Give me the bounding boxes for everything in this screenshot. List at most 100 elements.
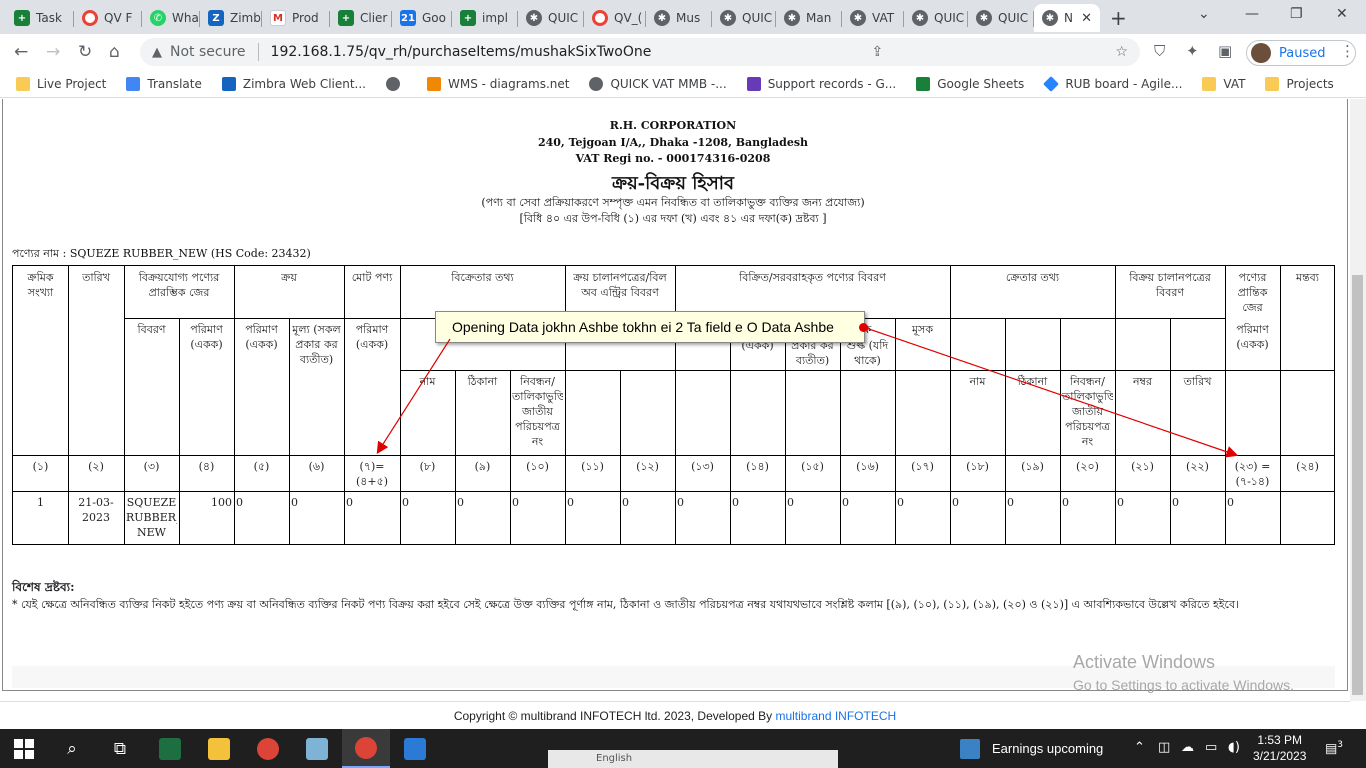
tab-0[interactable]: + Task [6,4,74,32]
volume-icon[interactable]: ◖) [1228,740,1240,755]
chrome-app[interactable] [244,729,292,768]
notepad-icon [306,737,328,760]
kebab-menu-icon[interactable]: ⋮ [1340,42,1355,60]
tab-11[interactable]: ✱ QUIC [712,4,776,32]
tab-10[interactable]: ✱ Mus [646,4,712,32]
bookmark-4[interactable]: WMS - diagrams.net [427,76,570,91]
bookmark-star-icon[interactable]: ☆ [1115,44,1128,60]
tab-label: QV_( [614,11,643,25]
tab-label: Zimb [230,11,261,25]
tab-9[interactable]: QV_( [584,4,646,32]
tab-search-chevron-icon[interactable]: ⌄ [1198,6,1210,22]
sticky-app[interactable] [391,729,439,768]
windows-logo-icon [14,738,34,759]
home-icon[interactable]: ⌂ [109,42,120,62]
scrollbar-thumb[interactable] [1352,275,1363,695]
bookmark-8[interactable]: RUB board - Agile... [1043,75,1182,92]
gs-icon [916,76,931,91]
zm-icon [221,76,236,91]
url-text[interactable]: 192.168.1.75/qv_rh/purchaseItems/mushakS… [271,44,652,60]
notepad-app[interactable] [293,729,341,768]
bookmark-0[interactable]: Live Project [16,76,107,91]
forward-arrow-icon[interactable]: → [46,42,60,62]
bookmark-3[interactable] [386,76,407,91]
shield-extension-icon[interactable]: ⛉ [1154,42,1165,60]
tab-4[interactable]: M Prod [262,4,330,32]
developer-link[interactable]: multibrand INFOTECH [775,709,896,723]
tab-2[interactable]: ✆ Wha [142,4,200,32]
tab-label: N [1064,11,1073,25]
bookmark-10[interactable]: Projects [1265,76,1334,91]
search-icon[interactable]: ⌕ [48,729,96,768]
excel-app[interactable] [146,729,194,768]
share-icon[interactable]: ⇪ [872,44,884,60]
tab-label: QUIC [998,11,1029,25]
tab-label: VAT [872,11,895,25]
tab-5[interactable]: + Clier [330,4,392,32]
excel-icon [159,737,181,760]
new-tab-button[interactable]: + [1110,6,1127,30]
sr-icon [746,76,761,91]
minimize-button[interactable]: — [1245,6,1259,22]
gear-icon: ✱ [526,10,542,26]
gear-icon: ✱ [1042,10,1058,26]
bookmark-6[interactable]: Support records - G... [746,76,897,91]
close-window-button[interactable]: ✕ [1336,6,1348,22]
tab-label: impl [482,11,508,25]
bookmark-label: Support records - G... [767,76,897,91]
tab-6[interactable]: 21 Goo [392,4,452,32]
maximize-button[interactable]: ❐ [1290,6,1303,22]
zimbra-icon: Z [208,10,224,26]
bookmark-label: WMS - diagrams.net [448,76,570,91]
tab-label: QUIC [934,11,965,25]
tab-13[interactable]: ✱ VAT [842,4,904,32]
tab-label: Clier [360,11,388,25]
tab-12[interactable]: ✱ Man [776,4,842,32]
warning-triangle-icon[interactable]: ▲ [152,45,162,60]
tab-15[interactable]: ✱ QUIC [968,4,1034,32]
tab-label: QUIC [742,11,773,25]
page-viewport: R.H. CORPORATION 240, Tejgoan I/A,, Dhak… [0,99,1350,701]
chrome-app-active[interactable] [342,729,390,768]
tab-8[interactable]: ✱ QUIC [518,4,584,32]
news-icon [960,738,980,759]
battery-icon[interactable]: ▭ [1205,740,1217,755]
close-tab-icon[interactable]: ✕ [1081,11,1092,26]
tab-7[interactable]: + impl [452,4,518,32]
tab-16[interactable]: ✱ N ✕ [1034,4,1100,32]
tab-label: Task [36,11,62,25]
reload-icon[interactable]: ↻ [78,42,92,62]
start-button[interactable] [0,729,48,768]
chrome-icon [257,737,279,760]
gear-icon: ✱ [976,10,992,26]
system-clock[interactable]: 1:53 PM 3/21/2023 [1253,732,1306,764]
bookmark-5[interactable]: QUICK VAT MMB -... [589,76,727,91]
bookmark-2[interactable]: Zimbra Web Client... [221,76,366,91]
tab-1[interactable]: QV F [74,4,142,32]
task-view-icon[interactable]: ⧉ [96,729,144,768]
cloud-icon[interactable]: ☁ [1181,740,1194,755]
tab-14[interactable]: ✱ QUIC [904,4,968,32]
security-status[interactable]: Not secure [170,44,246,60]
annotation-arrows [376,327,1239,458]
tab-label: Mus [676,11,701,25]
rub-icon [1043,75,1060,92]
back-arrow-icon[interactable]: ← [14,42,28,62]
file-explorer-app[interactable] [195,729,243,768]
bookmark-label: Live Project [37,76,107,91]
side-panel-icon[interactable]: ▣ [1218,42,1232,60]
address-bar[interactable]: ▲ Not secure 192.168.1.75/qv_rh/purchase… [140,38,1140,66]
bookmark-9[interactable]: VAT [1202,76,1246,91]
bookmark-1[interactable]: Translate [126,76,202,91]
glob-icon [386,76,400,91]
tray-chevron-icon[interactable]: ⌃ [1134,740,1145,755]
bookmark-7[interactable]: Google Sheets [916,76,1024,91]
tab-3[interactable]: Z Zimb [200,4,262,32]
puzzle-extensions-icon[interactable]: ✦ [1186,42,1199,60]
camera-icon[interactable]: ◫ [1158,740,1170,755]
folder-icon [16,76,30,91]
notification-icon[interactable]: ▤3 [1325,740,1343,756]
bookmark-label: VAT [1223,76,1246,91]
news-widget[interactable]: Earnings upcoming [960,729,1103,768]
ime-language: English [596,753,633,764]
